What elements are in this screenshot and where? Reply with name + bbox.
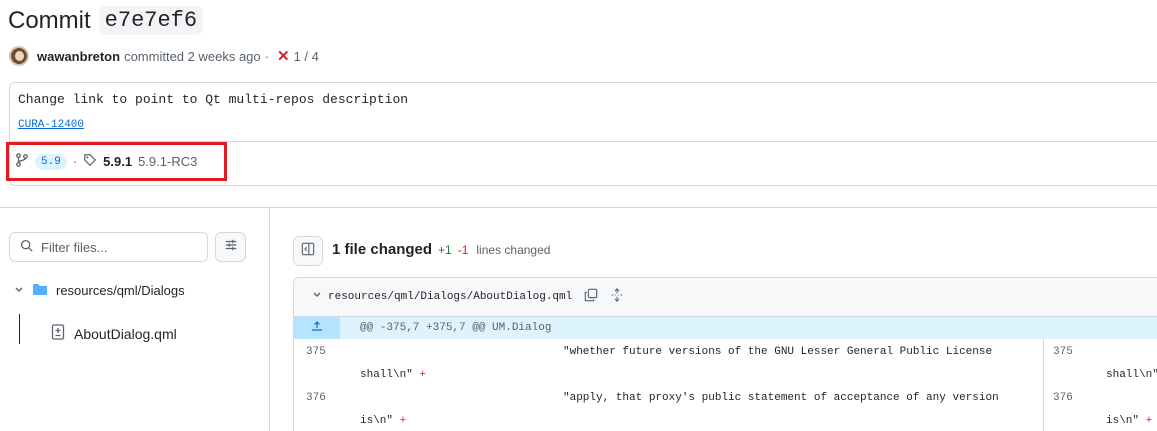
files-changed: 1 file changed bbox=[332, 241, 433, 258]
file-header: resources/qml/Dialogs/AboutDialog.qml bbox=[294, 278, 1157, 317]
code-line: "whether future versions of the GNU Less… bbox=[563, 346, 993, 358]
copy-icon[interactable] bbox=[584, 288, 598, 306]
meta-dot: · bbox=[264, 48, 269, 64]
tag-icon bbox=[83, 153, 97, 170]
tree-file[interactable]: AboutDialog.qml bbox=[51, 324, 177, 343]
filter-placeholder: Filter files... bbox=[41, 239, 108, 255]
sidebar-collapse-icon bbox=[301, 242, 315, 261]
toggle-sidebar-button[interactable] bbox=[293, 236, 323, 266]
code-line-cont: is\n" + bbox=[360, 415, 407, 427]
commit-message: Change link to point to Qt multi-repos d… bbox=[18, 92, 409, 107]
git-branch-icon bbox=[15, 153, 29, 170]
line-number[interactable]: 375 bbox=[306, 346, 326, 358]
split-divider bbox=[1043, 339, 1044, 431]
checks-count[interactable]: 1 / 4 bbox=[294, 49, 319, 64]
folder-label: resources/qml/Dialogs bbox=[56, 283, 185, 298]
branch-badge[interactable]: 5.9 bbox=[35, 153, 67, 170]
code-line-right-cont: shall\n" + bbox=[1106, 369, 1157, 381]
author-link[interactable]: wawanbreton bbox=[37, 49, 120, 64]
issue-link[interactable]: CURA-12400 bbox=[18, 119, 84, 131]
file-path[interactable]: resources/qml/Dialogs/AboutDialog.qml bbox=[328, 291, 572, 303]
hunk-text: @@ -375,7 +375,7 @@ UM.Dialog bbox=[360, 322, 552, 334]
code-line-right-cont: is\n" + bbox=[1106, 415, 1153, 427]
diff-summary: 1 file changed +1 -1 lines changed bbox=[332, 241, 550, 258]
code-line: "apply, that proxy's public statement of… bbox=[563, 392, 999, 404]
x-icon[interactable]: ✕ bbox=[277, 47, 290, 65]
chevron-down-icon bbox=[14, 283, 24, 298]
file-diff: resources/qml/Dialogs/AboutDialog.qml @@… bbox=[293, 277, 1157, 431]
page-title: Commit e7e7ef6 bbox=[8, 6, 204, 35]
tree-folder[interactable]: resources/qml/Dialogs bbox=[14, 282, 185, 299]
line-number[interactable]: 376 bbox=[306, 392, 326, 404]
filter-options-button[interactable] bbox=[215, 232, 246, 262]
title-prefix: Commit bbox=[8, 6, 91, 34]
chevron-down-icon[interactable] bbox=[312, 290, 322, 304]
commit-meta: wawanbreton committed 2 weeks ago · ✕ 1 … bbox=[9, 46, 319, 66]
refs-highlight: 5.9 · 5.9.1 5.9.1-RC3 bbox=[6, 142, 227, 181]
hunk-header: @@ -375,7 +375,7 @@ UM.Dialog bbox=[294, 317, 1157, 339]
tag-main[interactable]: 5.9.1 bbox=[103, 154, 132, 169]
filter-files-input[interactable]: Filter files... bbox=[9, 232, 208, 262]
expand-up-icon bbox=[311, 320, 323, 336]
sidebar-divider bbox=[269, 207, 270, 431]
expand-up-button[interactable] bbox=[294, 317, 340, 339]
code-line-cont: shall\n" + bbox=[360, 369, 427, 381]
additions-count: +1 bbox=[438, 243, 452, 257]
refs-dot: · bbox=[72, 154, 78, 169]
avatar[interactable] bbox=[9, 46, 29, 66]
folder-icon bbox=[32, 282, 48, 299]
file-diff-icon bbox=[51, 324, 65, 343]
tag-secondary[interactable]: 5.9.1-RC3 bbox=[138, 154, 197, 169]
expand-all-icon[interactable] bbox=[610, 288, 624, 306]
deletions-count: -1 bbox=[457, 243, 469, 257]
section-divider bbox=[0, 207, 1157, 208]
search-icon bbox=[20, 239, 33, 255]
file-label: AboutDialog.qml bbox=[74, 325, 177, 342]
line-number-right[interactable]: 375 bbox=[1053, 346, 1073, 358]
tree-indent-line bbox=[19, 314, 20, 344]
sliders-icon bbox=[224, 238, 238, 257]
commit-time: committed 2 weeks ago bbox=[124, 48, 261, 64]
commit-sha[interactable]: e7e7ef6 bbox=[98, 6, 204, 35]
lines-changed-label: lines changed bbox=[476, 243, 551, 257]
line-number-right[interactable]: 376 bbox=[1053, 392, 1073, 404]
